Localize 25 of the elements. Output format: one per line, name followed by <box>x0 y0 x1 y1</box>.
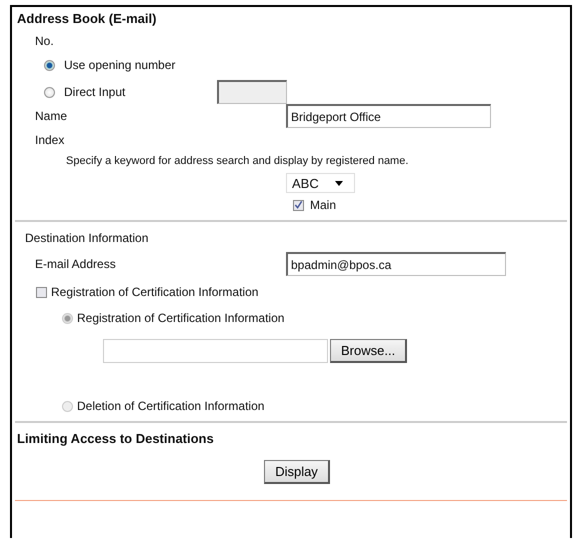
radio-button[interactable] <box>44 86 55 98</box>
input-field[interactable]: Bridgeport Office <box>286 104 491 128</box>
field-label: Name <box>35 109 68 123</box>
checkbox-label: Registration of Certification Information <box>51 285 258 299</box>
display-button[interactable]: Display <box>264 460 330 484</box>
section-title: Address Book (E-mail) <box>17 11 158 26</box>
section-heading: Destination Information <box>25 231 150 245</box>
option-label: Deletion of Certification Information <box>77 399 264 413</box>
section-title: Limiting Access to Destinations <box>17 431 215 446</box>
field-label: No. <box>35 34 54 48</box>
field-label: Index <box>35 133 64 147</box>
file-field[interactable] <box>103 339 328 363</box>
checkbox-label: Main <box>310 198 336 212</box>
caret-icon <box>334 180 343 186</box>
field-label: E-mail Address <box>35 257 117 271</box>
hint-text: Specify a keyword for address search and display by registered name. <box>66 155 410 167</box>
input-field[interactable]: bpadmin@bpos.ca <box>286 252 506 276</box>
checkbox[interactable] <box>36 286 47 298</box>
radio-button[interactable] <box>44 60 55 70</box>
browse-button[interactable]: Browse... <box>330 339 408 363</box>
option-label: Direct Input <box>64 85 126 99</box>
option-label: Use opening number <box>64 58 176 72</box>
option-label: Registration of Certification Information <box>77 311 284 325</box>
checkbox[interactable] <box>293 200 304 210</box>
dropdown[interactable]: ABC <box>286 173 355 193</box>
